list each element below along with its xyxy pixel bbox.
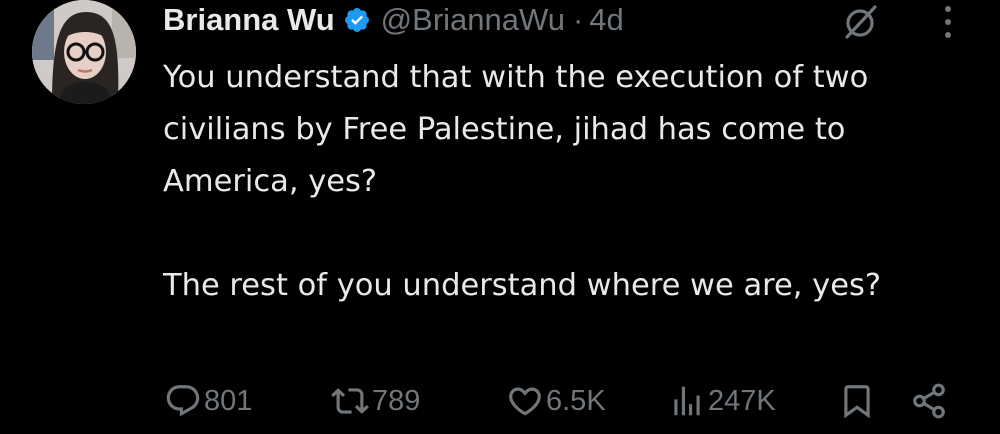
repost-count: 789: [372, 384, 421, 417]
action-bar: 801 789 6.5K 247K: [0, 378, 1000, 424]
tweet-header: Brianna Wu @BriannaWu · 4d: [163, 0, 624, 40]
verified-badge-icon: [343, 6, 371, 34]
views-icon: [674, 386, 700, 416]
like-button[interactable]: 6.5K: [506, 378, 606, 424]
reply-button[interactable]: 801: [164, 378, 252, 424]
handle[interactable]: @BriannaWu: [381, 2, 565, 38]
heart-icon: [509, 387, 541, 416]
separator: ·: [572, 2, 584, 37]
bookmark-icon: [844, 385, 870, 419]
like-count: 6.5K: [546, 384, 606, 417]
reply-count: 801: [204, 384, 253, 417]
tweet-text: You understand that with the execution o…: [163, 52, 973, 312]
repost-button[interactable]: 789: [330, 378, 420, 424]
repost-icon: [331, 388, 369, 414]
views-count: 247K: [708, 384, 776, 417]
bookmark-button[interactable]: [838, 378, 876, 424]
more-options-icon[interactable]: [933, 2, 963, 42]
display-name[interactable]: Brianna Wu: [163, 2, 335, 38]
timestamp[interactable]: 4d: [589, 2, 623, 38]
grok-icon[interactable]: [841, 3, 879, 41]
avatar[interactable]: [32, 0, 136, 104]
share-button[interactable]: [910, 378, 948, 424]
tweet-paragraph: The rest of you understand where we are,…: [163, 268, 882, 303]
tweet-paragraph: You understand that with the execution o…: [163, 60, 869, 199]
reply-icon: [166, 385, 200, 417]
views-button[interactable]: 247K: [668, 378, 776, 424]
share-icon: [913, 383, 945, 419]
